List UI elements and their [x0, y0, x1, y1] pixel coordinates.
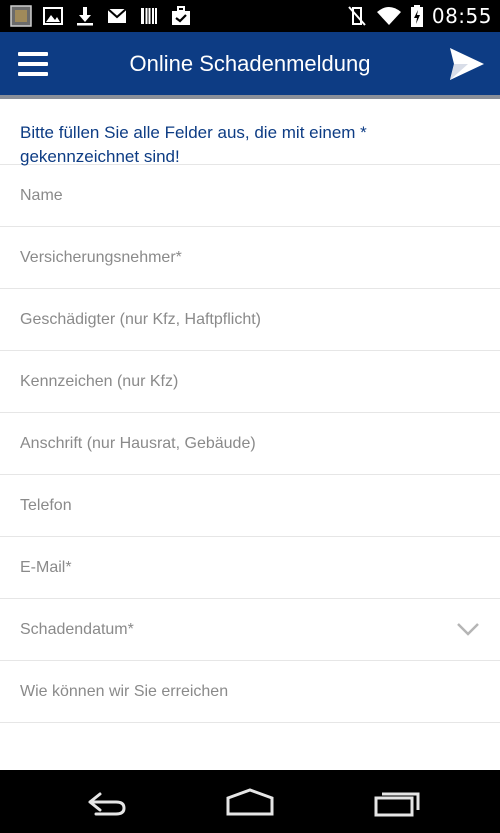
- field-placeholder: E-Mail*: [20, 558, 72, 576]
- briefcase-check-icon: [172, 6, 190, 25]
- vibrate-off-icon: [348, 6, 366, 26]
- email-field[interactable]: E-Mail*: [0, 537, 500, 599]
- home-icon[interactable]: [225, 786, 275, 818]
- field-placeholder: Kennzeichen (nur Kfz): [20, 372, 179, 390]
- field-placeholder: Versicherungsnehmer*: [20, 248, 182, 266]
- system-icons: 08:55: [346, 4, 492, 28]
- telefon-field[interactable]: Telefon: [0, 475, 500, 537]
- kennzeichen-field[interactable]: Kennzeichen (nur Kfz): [0, 351, 500, 413]
- erreichbarkeit-field[interactable]: Wie können wir Sie erreichen: [0, 661, 500, 723]
- field-list: Name Versicherungsnehmer* Geschädigter (…: [0, 165, 500, 770]
- battery-charging-icon: [410, 5, 423, 27]
- image-icon: [43, 7, 63, 25]
- barcode-icon: [141, 8, 157, 24]
- field-placeholder: Name: [20, 186, 63, 204]
- app-bar: Online Schadenmeldung: [0, 32, 500, 95]
- back-icon[interactable]: [80, 786, 130, 818]
- notification-icons: [10, 4, 192, 28]
- send-icon[interactable]: [448, 46, 486, 82]
- field-placeholder: Schadendatum*: [20, 620, 134, 638]
- gmail-icon: [107, 8, 127, 23]
- field-placeholder: Geschädigter (nur Kfz, Haftpflicht): [20, 310, 261, 328]
- field-placeholder: Wie können wir Sie erreichen: [20, 682, 229, 700]
- field-placeholder: Telefon: [20, 496, 72, 514]
- form-instructions: Bitte füllen Sie alle Felder aus, die mi…: [0, 99, 500, 166]
- gallery-thumbnail-icon: [10, 5, 32, 27]
- form-content[interactable]: Bitte füllen Sie alle Felder aus, die mi…: [0, 99, 500, 770]
- wifi-icon: [376, 7, 401, 25]
- recent-apps-icon[interactable]: [372, 786, 422, 818]
- schadendatum-dropdown[interactable]: Schadendatum*: [0, 599, 500, 661]
- navigation-bar: [0, 770, 500, 833]
- clock: 08:55: [431, 4, 492, 28]
- name-field[interactable]: Name: [0, 165, 500, 227]
- geschaedigter-field[interactable]: Geschädigter (nur Kfz, Haftpflicht): [0, 289, 500, 351]
- page-title: Online Schadenmeldung: [129, 51, 371, 76]
- download-icon: [77, 7, 93, 26]
- field-placeholder: Anschrift (nur Hausrat, Gebäude): [20, 434, 256, 452]
- versicherungsnehmer-field[interactable]: Versicherungsnehmer*: [0, 227, 500, 289]
- partially-visible-field[interactable]: [0, 723, 500, 770]
- anschrift-field[interactable]: Anschrift (nur Hausrat, Gebäude): [0, 413, 500, 475]
- chevron-down-icon[interactable]: [456, 621, 480, 637]
- status-bar: 08:55: [0, 0, 500, 32]
